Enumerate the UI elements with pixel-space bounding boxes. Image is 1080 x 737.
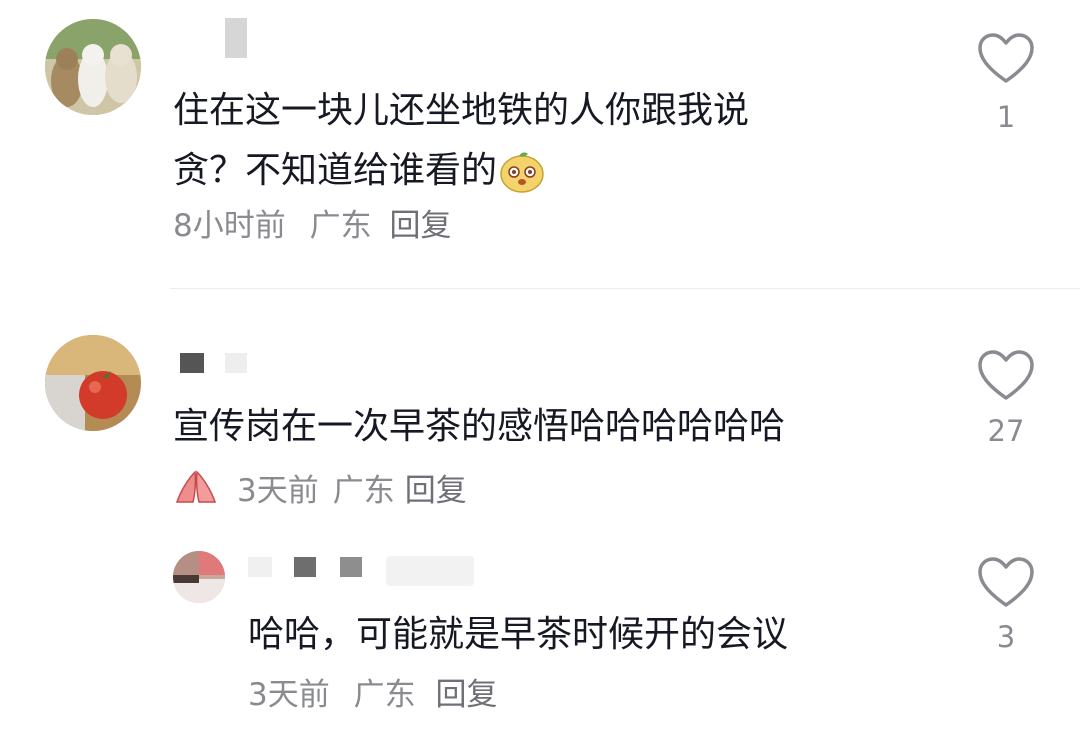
comment-text: 住在这一块儿还坐地铁的人你跟我说 贪？不知道给谁看的 <box>173 81 893 201</box>
comment-location: 广东 <box>332 473 395 509</box>
like-count: 1 <box>996 100 1016 134</box>
reply-meta: 3天前 广东 回复 <box>248 669 497 714</box>
reply-avatar-image <box>173 551 225 603</box>
avatar[interactable] <box>45 335 141 431</box>
reply-text: 哈哈，可能就是早茶时候开的会议 <box>248 614 789 655</box>
comment-time: 3天前 <box>237 473 319 509</box>
comment-text: 宣传岗在一次早茶的感悟哈哈哈哈哈哈 <box>173 406 786 447</box>
like-count: 27 <box>987 414 1025 448</box>
avatar[interactable] <box>173 551 225 603</box>
pray-hands-icon <box>173 468 219 508</box>
comment-text-line: 贪？不知道给谁看的 <box>173 150 498 191</box>
username-redacted <box>225 18 247 58</box>
mango-emoji-icon <box>499 148 545 194</box>
comment-location: 广东 <box>309 208 372 244</box>
like-heart-icon[interactable] <box>976 555 1036 611</box>
username-redacted <box>248 557 272 577</box>
comment-divider <box>170 288 1080 289</box>
reply-time: 3天前 <box>248 677 330 713</box>
username-redacted <box>180 353 204 373</box>
reply-button[interactable]: 回复 <box>389 208 451 244</box>
author-tag-redacted <box>386 556 474 586</box>
comment-meta: 8小时前 广东 回复 <box>173 200 451 245</box>
username-redacted <box>225 353 247 373</box>
comment-time: 8小时前 <box>173 208 286 244</box>
comment-meta: 3天前 广东 回复 <box>173 465 467 510</box>
reply-location: 广东 <box>353 677 416 713</box>
like-count: 3 <box>996 620 1016 654</box>
username-redacted <box>294 557 316 577</box>
like-heart-icon[interactable] <box>976 348 1036 404</box>
cats-avatar-image <box>45 19 141 115</box>
comment-text-line: 住在这一块儿还坐地铁的人你跟我说 <box>173 90 750 131</box>
reply-button[interactable]: 回复 <box>435 677 497 713</box>
tomato-avatar-image <box>45 335 141 431</box>
username-redacted <box>340 557 362 577</box>
reply-button[interactable]: 回复 <box>405 465 467 510</box>
like-heart-icon[interactable] <box>976 31 1036 87</box>
avatar[interactable] <box>45 19 141 115</box>
